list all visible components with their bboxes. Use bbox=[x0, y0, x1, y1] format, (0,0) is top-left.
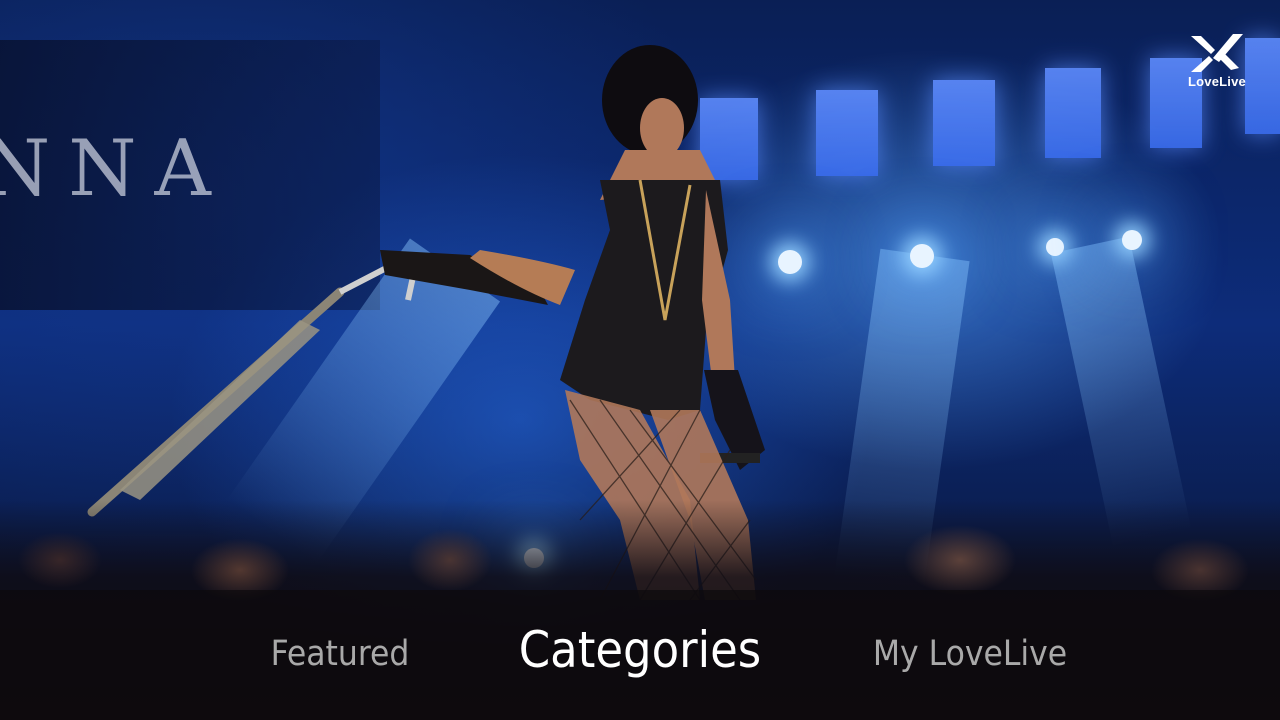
hero-background: NNA LoveLive Featured Categories My Love… bbox=[0, 0, 1280, 720]
nav-featured[interactable]: Featured bbox=[240, 590, 440, 720]
nav-categories[interactable]: Categories bbox=[480, 590, 800, 720]
bottom-nav: Featured Categories My LoveLive bbox=[0, 590, 1280, 720]
nav-my-lovelive[interactable]: My LoveLive bbox=[840, 590, 1100, 720]
lovelive-x-logo-icon bbox=[1191, 34, 1243, 72]
brand-logo[interactable]: LoveLive bbox=[1186, 32, 1248, 89]
brand-name: LoveLive bbox=[1188, 74, 1246, 89]
